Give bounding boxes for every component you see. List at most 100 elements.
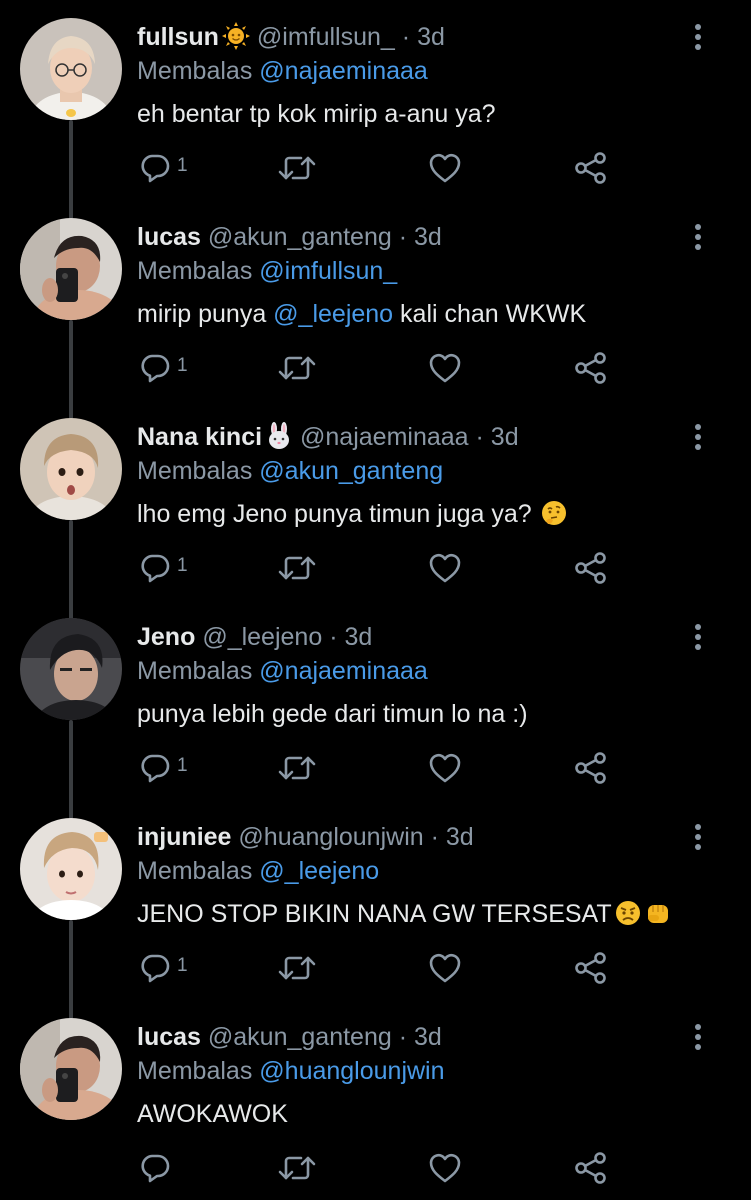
- display-name[interactable]: Jeno: [137, 623, 195, 651]
- mention-link[interactable]: @imfullsun_: [259, 257, 397, 285]
- like-button[interactable]: [427, 550, 467, 586]
- retweet-icon: [277, 750, 317, 786]
- replying-to-label: Membalas: [137, 57, 253, 85]
- reply-button[interactable]: 1: [137, 950, 197, 986]
- share-icon: [573, 750, 609, 786]
- reply-button[interactable]: 1: [137, 550, 197, 586]
- timestamp[interactable]: 3d: [414, 1023, 442, 1051]
- tweet-text: punya lebih gede dari timun lo na :): [137, 700, 528, 728]
- mention-link[interactable]: @huanglounjwin: [259, 1057, 444, 1085]
- share-button[interactable]: [573, 150, 613, 186]
- mention-link[interactable]: @_leejeno: [273, 300, 393, 328]
- more-options-icon[interactable]: [683, 1022, 713, 1052]
- avatar[interactable]: [20, 18, 122, 120]
- like-button[interactable]: [427, 1150, 467, 1186]
- avatar[interactable]: [20, 1018, 122, 1120]
- user-handle[interactable]: @imfullsun_: [257, 23, 395, 51]
- tweet[interactable]: fullsun @imfullsun_ · 3d Membalas @najae…: [0, 0, 751, 200]
- avatar[interactable]: [20, 618, 122, 720]
- share-button[interactable]: [573, 1150, 613, 1186]
- reply-button[interactable]: 1: [137, 350, 197, 386]
- display-name[interactable]: lucas: [137, 223, 201, 251]
- tweet-text-part: kali chan WKWK: [393, 300, 587, 328]
- tweet-actions: 1: [137, 550, 617, 586]
- reply-count: 1: [177, 755, 188, 776]
- display-name[interactable]: Nana kinci: [137, 423, 262, 451]
- avatar[interactable]: [20, 218, 122, 320]
- timestamp[interactable]: 3d: [344, 623, 372, 651]
- reply-count: 1: [177, 955, 188, 976]
- tweet-text: JENO STOP BIKIN NANA GW TERSESAT: [137, 897, 672, 931]
- more-options-icon[interactable]: [683, 22, 713, 52]
- separator-dot: ·: [398, 1023, 408, 1051]
- retweet-button[interactable]: [277, 150, 317, 186]
- more-options-icon[interactable]: [683, 622, 713, 652]
- retweet-button[interactable]: [277, 1150, 317, 1186]
- reply-button[interactable]: 1: [137, 750, 197, 786]
- share-button[interactable]: [573, 950, 613, 986]
- retweet-button[interactable]: [277, 750, 317, 786]
- tweet[interactable]: lucas @akun_ganteng · 3d Membalas @imful…: [0, 200, 751, 400]
- tweet[interactable]: Jeno @_leejeno · 3d Membalas @najaeminaa…: [0, 600, 751, 800]
- user-handle[interactable]: @akun_ganteng: [208, 1023, 392, 1051]
- replying-to-label: Membalas: [137, 657, 253, 685]
- retweet-icon: [277, 950, 317, 986]
- user-handle[interactable]: @akun_ganteng: [208, 223, 392, 251]
- avatar[interactable]: [20, 818, 122, 920]
- heart-icon: [427, 550, 463, 586]
- reply-bubble-icon: [137, 1150, 173, 1186]
- reply-button[interactable]: [137, 1150, 197, 1186]
- timestamp[interactable]: 3d: [417, 23, 445, 51]
- user-handle[interactable]: @_leejeno: [202, 623, 322, 651]
- heart-icon: [427, 750, 463, 786]
- replying-to: Membalas @_leejeno: [137, 854, 379, 888]
- share-button[interactable]: [573, 350, 613, 386]
- retweet-icon: [277, 150, 317, 186]
- tweet-header: lucas @akun_ganteng · 3d: [137, 1020, 442, 1054]
- reply-count: 1: [177, 155, 188, 176]
- more-options-icon[interactable]: [683, 422, 713, 452]
- like-button[interactable]: [427, 750, 467, 786]
- user-handle[interactable]: @najaeminaaa: [300, 423, 469, 451]
- tweet-header: Nana kinci @najaeminaaa · 3d: [137, 420, 519, 454]
- tweet-header: Jeno @_leejeno · 3d: [137, 620, 372, 654]
- tweet-text-part: JENO STOP BIKIN NANA GW TERSESAT: [137, 900, 612, 928]
- timestamp[interactable]: 3d: [446, 823, 474, 851]
- tweet-actions: [137, 1150, 617, 1186]
- avatar[interactable]: [20, 418, 122, 520]
- tweet[interactable]: Nana kinci @najaeminaaa · 3d Membalas @a…: [0, 400, 751, 600]
- retweet-icon: [277, 550, 317, 586]
- reply-bubble-icon: [137, 350, 173, 386]
- retweet-button[interactable]: [277, 950, 317, 986]
- timestamp[interactable]: 3d: [414, 223, 442, 251]
- mention-link[interactable]: @najaeminaaa: [259, 657, 428, 685]
- more-options-icon[interactable]: [683, 222, 713, 252]
- like-button[interactable]: [427, 350, 467, 386]
- separator-dot: ·: [430, 823, 439, 851]
- tweet[interactable]: injuniee @huanglounjwin · 3d Membalas @_…: [0, 800, 751, 1000]
- heart-icon: [427, 1150, 463, 1186]
- mention-link[interactable]: @najaeminaaa: [259, 57, 428, 85]
- user-handle[interactable]: @huanglounjwin: [238, 823, 423, 851]
- retweet-button[interactable]: [277, 350, 317, 386]
- tweet-actions: 1: [137, 350, 617, 386]
- display-name[interactable]: injuniee: [137, 823, 231, 851]
- tweet[interactable]: lucas @akun_ganteng · 3d Membalas @huang…: [0, 1000, 751, 1200]
- timestamp[interactable]: 3d: [491, 423, 519, 451]
- reply-bubble-icon: [137, 550, 173, 586]
- mention-link[interactable]: @akun_ganteng: [259, 457, 443, 485]
- display-name[interactable]: fullsun: [137, 23, 219, 51]
- mention-link[interactable]: @_leejeno: [259, 857, 379, 885]
- retweet-button[interactable]: [277, 550, 317, 586]
- like-button[interactable]: [427, 950, 467, 986]
- more-options-icon[interactable]: [683, 822, 713, 852]
- reply-bubble-icon: [137, 150, 173, 186]
- heart-icon: [427, 350, 463, 386]
- share-button[interactable]: [573, 550, 613, 586]
- share-button[interactable]: [573, 750, 613, 786]
- reply-button[interactable]: 1: [137, 150, 197, 186]
- display-name[interactable]: lucas: [137, 1023, 201, 1051]
- separator-dot: ·: [329, 623, 338, 651]
- reply-count: 1: [177, 555, 188, 576]
- like-button[interactable]: [427, 150, 467, 186]
